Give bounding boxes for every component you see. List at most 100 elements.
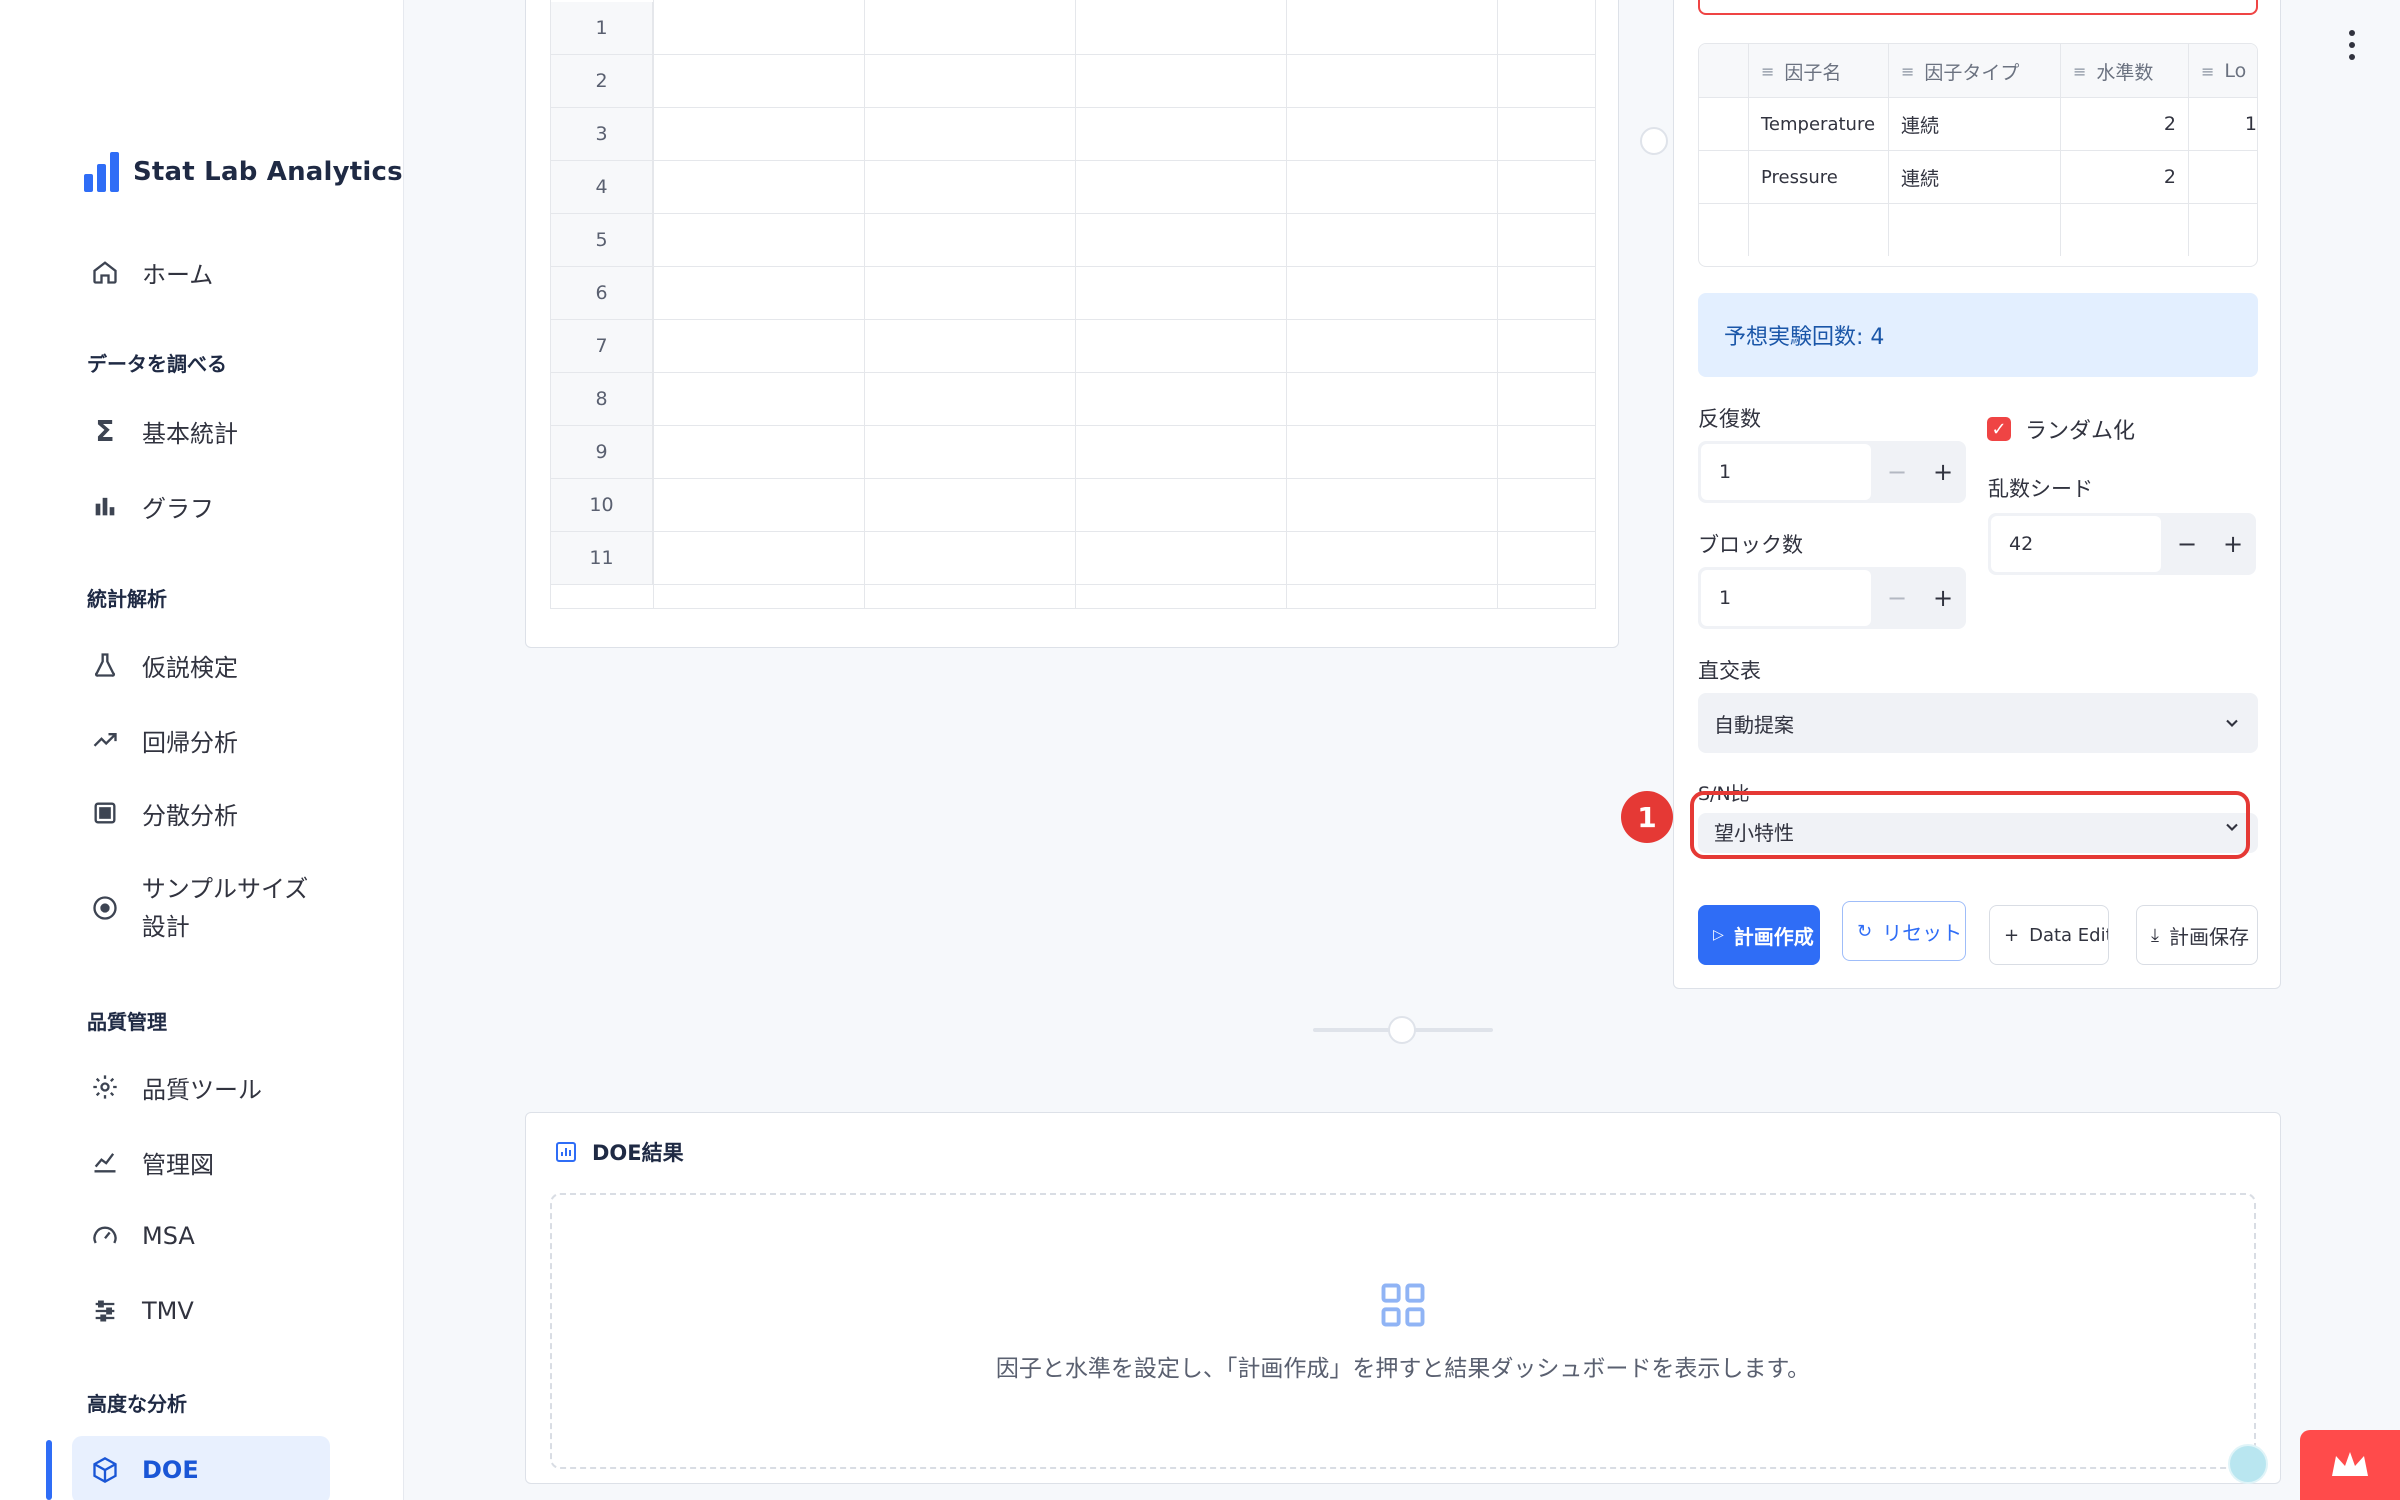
more-options-icon[interactable] xyxy=(2342,30,2362,60)
sidebar-item-label: ホーム xyxy=(142,260,214,289)
active-indicator xyxy=(46,1440,52,1500)
sidebar-item-anova[interactable]: 分散分析 xyxy=(72,789,330,837)
resize-slider-handle[interactable] xyxy=(1388,1016,1416,1044)
factor-type-cell[interactable]: 連続 xyxy=(1889,151,2061,203)
factor-low-cell[interactable]: 1 xyxy=(2189,98,2257,150)
section-stats: 統計解析 xyxy=(87,587,167,611)
bar-chart-logo-icon xyxy=(84,152,119,192)
row-number: 11 xyxy=(551,532,653,584)
grid-row[interactable]: 7 xyxy=(551,320,1595,373)
home-icon xyxy=(90,257,120,287)
orthogonal-label: 直交表 xyxy=(1698,659,1761,683)
save-plan-button[interactable]: ⤓ 計画保存 xyxy=(2136,905,2258,965)
sidebar-item-regression[interactable]: 回帰分析 xyxy=(72,716,330,764)
factor-table-header: ≡ 因子名 ≡ 因子タイプ ≡ 水準数 ≡ Lo xyxy=(1699,44,2257,98)
column-header[interactable]: ≡ 水準数 xyxy=(2061,44,2189,98)
refresh-icon: ↻ xyxy=(1857,920,1873,942)
empty-cell[interactable] xyxy=(2189,204,2257,256)
grid-row[interactable]: 6 xyxy=(551,267,1595,320)
sliders-icon xyxy=(90,1296,120,1326)
sidebar-item-quality-tools[interactable]: 品質ツール xyxy=(72,1063,330,1111)
sidebar-item-label: サンプルサイズ設計 xyxy=(141,875,309,941)
table-row[interactable]: Temperature 連続 2 1 xyxy=(1699,98,2257,151)
randomize-checkbox[interactable]: ✓ ランダム化 xyxy=(1987,413,2135,445)
text-column-icon: ≡ xyxy=(2201,61,2215,81)
column-header[interactable]: ≡ Lo xyxy=(2189,44,2257,98)
table-row[interactable]: Pressure 連続 2 xyxy=(1699,151,2257,204)
factor-levels-cell[interactable]: 2 xyxy=(2061,98,2189,150)
sidebar-item-hypothesis[interactable]: 仮説検定 xyxy=(72,641,330,689)
sidebar-item-tmv[interactable]: TMV xyxy=(72,1287,330,1335)
line-chart-icon xyxy=(90,1147,120,1177)
chart-icon xyxy=(556,1142,576,1162)
brand: Stat Lab Analytics xyxy=(84,152,403,192)
reset-button[interactable]: ↻ リセット xyxy=(1842,901,1966,961)
empty-cell[interactable] xyxy=(2061,204,2189,256)
row-number: 5 xyxy=(551,214,653,266)
orthogonal-select[interactable]: 自動提案 xyxy=(1698,693,2258,753)
grid-row[interactable]: 2 xyxy=(551,55,1595,108)
grid-row[interactable]: 3 xyxy=(551,108,1595,161)
sidebar-item-graph[interactable]: グラフ xyxy=(72,482,330,530)
grid-square-icon xyxy=(90,798,120,828)
splitter-handle[interactable] xyxy=(1640,127,1668,155)
annotation-badge: 1 xyxy=(1621,791,1673,843)
row-number: 4 xyxy=(551,161,653,213)
blocks-label: ブロック数 xyxy=(1698,533,1803,557)
increment-button[interactable]: + xyxy=(2210,513,2256,575)
seed-stepper: 42 − + xyxy=(1988,513,2256,575)
increment-button[interactable]: + xyxy=(1920,441,1966,503)
sidebar-item-label: 回帰分析 xyxy=(142,728,238,757)
factor-levels-cell[interactable]: 2 xyxy=(2061,151,2189,203)
empty-cell[interactable] xyxy=(1889,204,2061,256)
factor-table[interactable]: ≡ 因子名 ≡ 因子タイプ ≡ 水準数 ≡ Lo Temperature 連続 2 1 … xyxy=(1698,43,2258,267)
increment-button[interactable]: + xyxy=(1920,567,1966,629)
text-column-icon: ≡ xyxy=(2073,61,2087,81)
results-header: DOE結果 xyxy=(554,1137,684,1167)
section-quality: 品質管理 xyxy=(87,1010,167,1034)
decrement-button[interactable]: − xyxy=(2164,513,2210,575)
grid-row[interactable]: 11 xyxy=(551,532,1595,585)
column-header[interactable]: ≡ 因子名 xyxy=(1749,44,1889,98)
sidebar-item-doe[interactable]: DOE xyxy=(72,1436,330,1500)
sidebar-item-control-chart[interactable]: 管理図 xyxy=(72,1138,330,1186)
assistant-avatar[interactable] xyxy=(2228,1444,2268,1484)
factor-name-cell[interactable]: Pressure xyxy=(1749,151,1889,203)
app-title: Stat Lab Analytics xyxy=(133,157,403,187)
check-icon: ✓ xyxy=(1987,417,2011,441)
factor-low-cell[interactable] xyxy=(2189,151,2257,203)
replicates-label: 反復数 xyxy=(1698,407,1761,431)
flask-icon xyxy=(90,650,120,680)
sidebar-item-home[interactable]: ホーム xyxy=(72,248,330,296)
text-column-icon: ≡ xyxy=(1761,61,1775,81)
blocks-input[interactable]: 1 xyxy=(1701,570,1871,626)
replicates-input[interactable]: 1 xyxy=(1701,444,1871,500)
grid-row[interactable]: 5 xyxy=(551,214,1595,267)
grid-row[interactable]: 8 xyxy=(551,373,1595,426)
data-grid-card: 1 2 3 4 5 6 7 8 9 10 11 xyxy=(525,0,1619,648)
sidebar-item-msa[interactable]: MSA xyxy=(72,1212,330,1260)
factor-name-cell[interactable]: Temperature xyxy=(1749,98,1889,150)
grid-row[interactable]: 1 xyxy=(551,2,1595,55)
grid-row[interactable]: 4 xyxy=(551,161,1595,214)
sidebar-item-label: 基本統計 xyxy=(142,419,238,448)
streamlit-crown-icon[interactable] xyxy=(2300,1430,2400,1500)
column-header[interactable]: ≡ 因子タイプ xyxy=(1889,44,2061,98)
sidebar-item-label: 分散分析 xyxy=(142,801,238,830)
factor-type-cell[interactable]: 連続 xyxy=(1889,98,2061,150)
download-icon: ⤓ xyxy=(2151,924,2159,946)
data-grid[interactable]: 1 2 3 4 5 6 7 8 9 10 11 xyxy=(550,0,1596,609)
grid-row[interactable]: 9 xyxy=(551,426,1595,479)
table-row-empty[interactable] xyxy=(1699,204,2257,257)
decrement-button[interactable]: − xyxy=(1874,441,1920,503)
sidebar-item-label: グラフ xyxy=(142,494,214,523)
sidebar-item-basic-stats[interactable]: Σ 基本統計 xyxy=(72,407,330,455)
create-plan-button[interactable]: ▷ 計画作成 xyxy=(1698,905,1820,965)
data-editor-button[interactable]: + Data Editor xyxy=(1989,905,2109,965)
sidebar-item-sample-size[interactable]: サンプルサイズ設計 xyxy=(72,866,330,950)
grid-row[interactable]: 10 xyxy=(551,479,1595,532)
seed-input[interactable]: 42 xyxy=(1991,516,2161,572)
decrement-button[interactable]: − xyxy=(1874,567,1920,629)
expected-runs-info: 予想実験回数: 4 xyxy=(1698,293,2258,377)
empty-cell[interactable] xyxy=(1749,204,1889,256)
